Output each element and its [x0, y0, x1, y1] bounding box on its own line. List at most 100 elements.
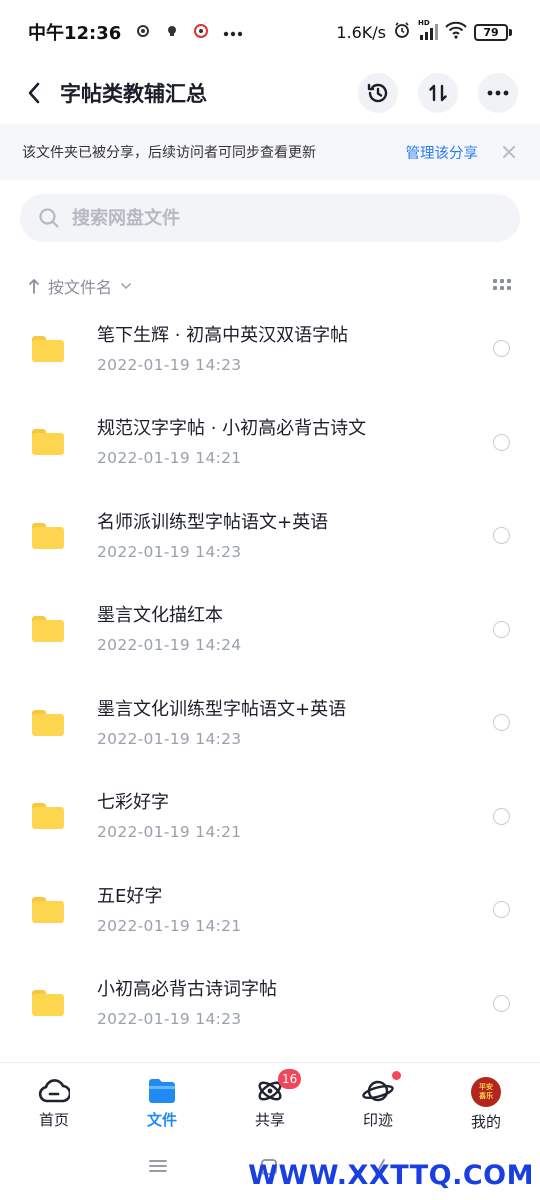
cloud-home-icon	[38, 1079, 70, 1103]
select-checkbox[interactable]	[493, 620, 510, 638]
nav-label: 文件	[146, 1111, 177, 1129]
folder-icon	[32, 522, 64, 549]
folder-icon	[32, 709, 64, 736]
file-row[interactable]: 墨言文化描红本 2022-01-19 14:24	[0, 583, 540, 677]
more-dots-icon	[487, 90, 509, 96]
search-icon	[39, 208, 59, 228]
file-name: 墨言文化训练型字帖语文+英语	[97, 698, 347, 720]
select-checkbox[interactable]	[493, 807, 510, 825]
share-notice-text: 该文件夹已被分享，后续访问者可同步查看更新	[22, 145, 316, 161]
sort-arrows-icon	[429, 84, 447, 102]
folder-icon	[32, 616, 64, 643]
status-time: 中午12:36	[28, 23, 122, 44]
nav-item-share[interactable]: 16 共享	[216, 1063, 324, 1136]
nav-item-files[interactable]: 文件	[108, 1063, 216, 1136]
sort-label: 按文件名	[48, 278, 113, 297]
file-time: 2022-01-19 14:23	[97, 355, 242, 374]
nav-label: 印迹	[362, 1111, 393, 1129]
menu-icon	[149, 1160, 167, 1172]
grid-icon	[493, 278, 511, 290]
select-checkbox[interactable]	[493, 340, 510, 357]
more-button[interactable]	[478, 73, 518, 113]
share-notice-bar: 该文件夹已被分享，后续访问者可同步查看更新 管理该分享	[0, 124, 540, 180]
page-title: 字帖类教辅汇总	[60, 82, 207, 106]
signal-icon: HD	[418, 19, 438, 41]
sort-row: 按文件名	[0, 266, 540, 306]
select-checkbox[interactable]	[493, 714, 510, 731]
alarm-clock-icon	[393, 21, 411, 43]
file-time: 2022-01-19 14:24	[97, 636, 242, 655]
status-bar: 中午12:36 1.6K/s HD 79	[0, 0, 540, 64]
file-list: 笔下生辉 · 初高中英汉双语字帖 2022-01-19 14:23 规范汉字字帖…	[0, 302, 540, 1050]
close-icon	[503, 146, 515, 158]
folder-icon	[149, 1079, 175, 1103]
nav-label: 我的	[470, 1113, 501, 1131]
planet-icon	[362, 1080, 394, 1102]
avatar-icon: 平安喜乐	[471, 1077, 501, 1107]
avatar-text: 平安喜乐	[479, 1083, 493, 1100]
wifi-icon	[445, 21, 467, 43]
manage-share-link[interactable]: 管理该分享	[406, 142, 479, 163]
file-row[interactable]: 七彩好字 2022-01-19 14:21	[0, 770, 540, 864]
file-name: 小初高必背古诗词字帖	[97, 979, 277, 1001]
file-row[interactable]: 笔下生辉 · 初高中英汉双语字帖 2022-01-19 14:23	[0, 302, 540, 396]
battery-level: 79	[474, 23, 508, 41]
file-row[interactable]: 墨言文化训练型字帖语文+英语 2022-01-19 14:23	[0, 676, 540, 770]
folder-icon	[32, 896, 64, 923]
nav-item-me[interactable]: 平安喜乐 我的	[432, 1063, 540, 1136]
file-name: 墨言文化描红本	[97, 605, 223, 627]
chevron-down-icon	[121, 283, 131, 290]
file-row[interactable]: 小初高必背古诗词字帖 2022-01-19 14:23	[0, 957, 540, 1051]
share-badge: 16	[278, 1069, 302, 1089]
folder-icon	[32, 335, 64, 362]
alarm-app-icon	[193, 23, 209, 42]
sort-order-button[interactable]	[418, 73, 458, 113]
nav-item-home[interactable]: 首页	[0, 1063, 108, 1136]
file-row[interactable]: 五E好字 2022-01-19 14:21	[0, 863, 540, 957]
nav-item-traces[interactable]: 印迹	[324, 1063, 432, 1136]
select-checkbox[interactable]	[493, 994, 510, 1012]
select-checkbox[interactable]	[493, 527, 510, 544]
chevron-left-icon	[28, 82, 40, 104]
history-button[interactable]	[358, 73, 398, 113]
watermark-text: WWW.XXTTQ.COM	[248, 1160, 534, 1191]
bottom-nav: 首页 文件 16 共享 印迹 平安喜乐 我的	[0, 1062, 540, 1136]
folder-icon	[32, 429, 64, 456]
network-speed: 1.6K/s	[336, 22, 386, 42]
battery-icon: 79	[474, 23, 512, 41]
file-name: 笔下生辉 · 初高中英汉双语字帖	[97, 324, 349, 346]
file-time: 2022-01-19 14:23	[97, 542, 242, 561]
close-notice-button[interactable]	[500, 143, 518, 161]
search-bar[interactable]	[20, 194, 520, 242]
nav-label: 共享	[254, 1111, 285, 1129]
notification-icon	[135, 23, 151, 42]
folder-icon	[32, 803, 64, 830]
grid-view-button[interactable]	[492, 277, 512, 296]
file-name: 规范汉字字帖 · 小初高必背古诗文	[97, 418, 367, 440]
file-name: 七彩好字	[97, 792, 169, 814]
folder-icon	[32, 990, 64, 1017]
app-notification-icon	[165, 24, 179, 41]
nav-label: 首页	[38, 1111, 69, 1129]
select-checkbox[interactable]	[493, 433, 510, 451]
file-time: 2022-01-19 14:21	[97, 449, 242, 468]
traces-dot	[392, 1071, 401, 1080]
file-time: 2022-01-19 14:23	[97, 729, 242, 748]
arrow-up-icon	[29, 279, 39, 294]
menu-button[interactable]	[148, 1158, 168, 1178]
sort-by-name-button[interactable]: 按文件名	[28, 274, 132, 298]
file-time: 2022-01-19 14:23	[97, 1010, 242, 1029]
file-time: 2022-01-19 14:21	[97, 916, 242, 935]
history-icon	[367, 83, 388, 103]
file-time: 2022-01-19 14:21	[97, 823, 242, 842]
file-name: 名师派训练型字帖语文+英语	[97, 511, 329, 533]
back-button[interactable]	[14, 73, 54, 113]
more-notifications-icon	[223, 22, 243, 42]
file-row[interactable]: 名师派训练型字帖语文+英语 2022-01-19 14:23	[0, 489, 540, 583]
file-name: 五E好字	[97, 885, 163, 907]
select-checkbox[interactable]	[493, 901, 510, 918]
search-input[interactable]	[72, 207, 472, 229]
hd-label: HD	[418, 19, 430, 27]
file-row[interactable]: 规范汉字字帖 · 小初高必背古诗文 2022-01-19 14:21	[0, 396, 540, 490]
header: 字帖类教辅汇总	[0, 64, 540, 122]
